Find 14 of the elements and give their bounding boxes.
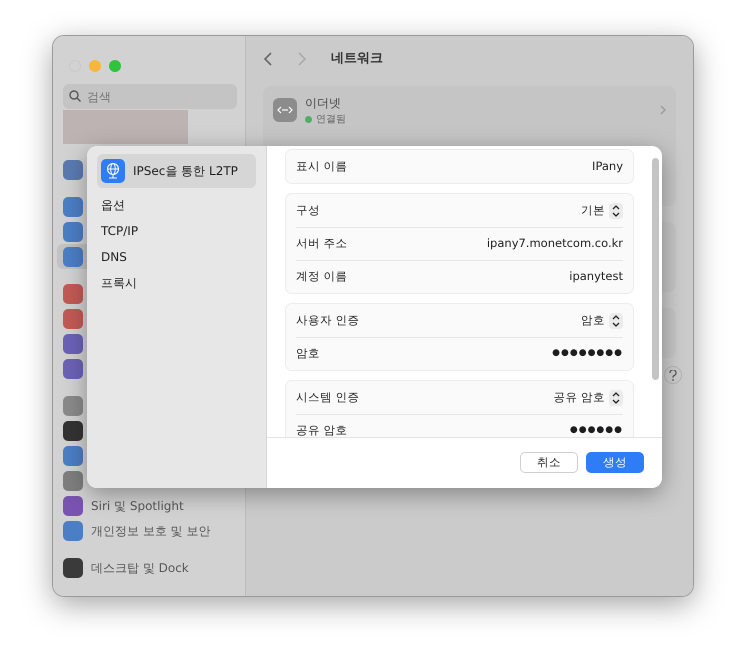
field-label: 표시 이름 bbox=[296, 158, 348, 175]
field-label: 암호 bbox=[296, 345, 320, 362]
field-label: 서버 주소 bbox=[296, 235, 348, 252]
sidebar-label: 개인정보 보호 및 보안 bbox=[91, 522, 210, 540]
status-text: 연결됨 bbox=[316, 112, 346, 126]
sidebar-label: Siri 및 Spotlight bbox=[91, 498, 184, 514]
field-label: 사용자 인증 bbox=[296, 312, 360, 329]
window-title: 네트워크 bbox=[331, 50, 383, 68]
service-name: 이더넷 bbox=[305, 94, 342, 112]
field-label: 시스템 인증 bbox=[296, 388, 360, 406]
field-label: 구성 bbox=[296, 202, 320, 219]
field-label: 공유 암호 bbox=[296, 422, 348, 437]
field-label: 계정 이름 bbox=[296, 268, 348, 286]
sidebar-label: 데스크탑 및 Dock bbox=[91, 560, 189, 576]
